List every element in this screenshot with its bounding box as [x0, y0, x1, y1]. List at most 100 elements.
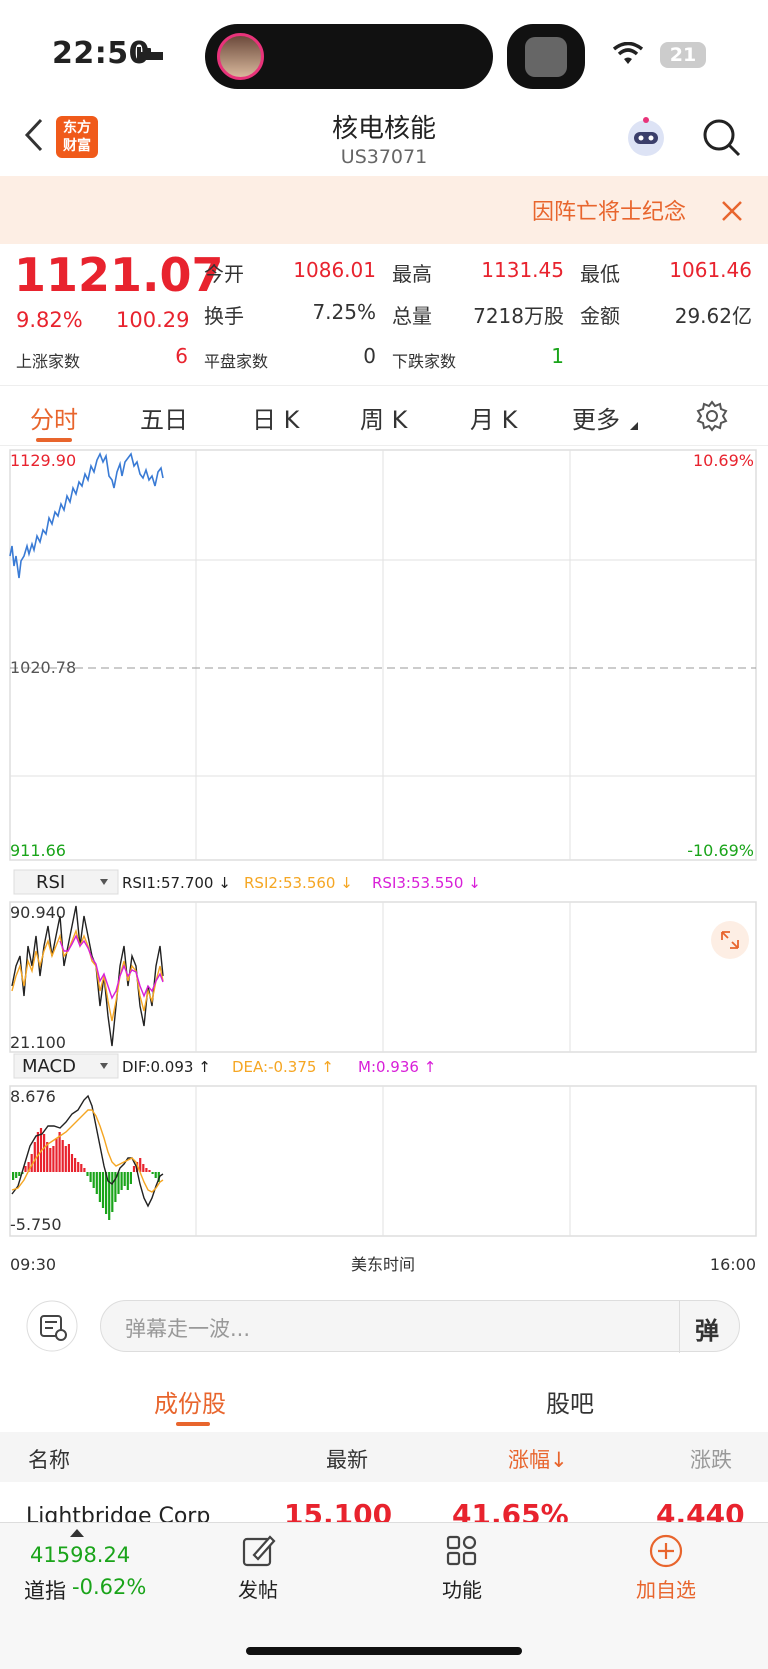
macd-bar: [129, 1172, 132, 1184]
macd-bar: [98, 1172, 101, 1202]
macd-dif-value: DIF:0.093 ↑: [122, 1058, 211, 1076]
close-icon[interactable]: [721, 200, 743, 222]
navigation-bar: 东方 财富 核电核能 US37071: [0, 104, 768, 176]
macd-bar: [111, 1172, 114, 1212]
main-y-top: 1129.90: [10, 451, 76, 470]
macd-bar: [80, 1164, 83, 1172]
macd-bar: [18, 1172, 21, 1176]
rsi-y-bottom: 21.100: [10, 1033, 66, 1052]
macd-bar: [58, 1132, 61, 1172]
stat-value: 1061.46: [669, 258, 752, 282]
robot-assistant-icon[interactable]: [624, 116, 668, 160]
expand-button[interactable]: [711, 921, 749, 959]
macd-bar: [33, 1142, 36, 1172]
rsi2-value: RSI2:53.560 ↓: [244, 874, 353, 892]
tab-forum[interactable]: 股吧: [546, 1384, 594, 1419]
stat-label: 总量: [392, 304, 432, 328]
index-value[interactable]: 41598.24: [30, 1543, 130, 1567]
row-latest: 15.100: [284, 1498, 393, 1522]
macd-bar: [86, 1172, 89, 1176]
macd-chart-grid: [9, 1085, 757, 1237]
battery-indicator: 21: [660, 42, 706, 68]
rsi3-line: [59, 934, 164, 1000]
functions-label: 功能: [442, 1578, 482, 1602]
macd-selector-label: MACD: [22, 1056, 76, 1077]
col-latest[interactable]: 最新: [326, 1444, 368, 1474]
search-icon[interactable]: [702, 118, 742, 158]
row-change: 4.440: [656, 1498, 745, 1522]
home-indicator: [246, 1647, 522, 1655]
col-name[interactable]: 名称: [28, 1444, 70, 1474]
x-end-label: 16:00: [710, 1255, 756, 1274]
macd-bar: [108, 1172, 111, 1220]
active-section-indicator: [176, 1422, 210, 1426]
rsi3-value: RSI3:53.550 ↓: [372, 874, 481, 892]
rsi-chart-grid: [9, 901, 757, 1053]
chart-area: 1129.90 1020.78 911.66 10.69% -10.69% RS…: [0, 446, 768, 1286]
current-price: 1121.07: [14, 248, 224, 302]
macd-bar: [64, 1146, 67, 1172]
stat-label: 换手: [204, 304, 244, 328]
active-tab-indicator: [36, 438, 72, 442]
grid-icon: [446, 1535, 477, 1566]
col-change-pct[interactable]: 涨幅↓: [508, 1444, 568, 1474]
danmu-input[interactable]: 弹幕走一波... 弹: [100, 1300, 740, 1353]
avatar: [217, 33, 264, 80]
list-item[interactable]: Lightbridge Corp 15.100 41.65% 4.440: [0, 1482, 768, 1522]
tab-monthly-k[interactable]: 月 K: [470, 400, 517, 435]
stat-value: 7.25%: [312, 300, 376, 324]
macd-bar: [132, 1166, 136, 1172]
stat-label: 金额: [580, 304, 620, 328]
functions-button[interactable]: 功能: [402, 1533, 522, 1603]
change-amount: 100.29: [116, 308, 190, 332]
main-y-mid: 1020.78: [10, 658, 76, 677]
breadth-flat-value: 0: [363, 344, 376, 368]
rsi-selector-label: RSI: [36, 872, 65, 893]
price-line: [9, 452, 164, 579]
macd-bar: [36, 1132, 39, 1172]
settings-gear-icon[interactable]: [696, 400, 728, 432]
rsi-y-top: 90.940: [10, 903, 66, 922]
macd-bar: [15, 1172, 18, 1178]
col-change[interactable]: 涨跌: [690, 1444, 732, 1474]
notice-banner[interactable]: 因阵亡将士纪念: [0, 176, 768, 244]
macd-bar: [24, 1166, 27, 1172]
tab-daily-k[interactable]: 日 K: [252, 400, 299, 435]
post-label: 发帖: [238, 1578, 278, 1602]
macd-y-top: 8.676: [10, 1087, 56, 1106]
add-circle-icon: [649, 1534, 683, 1568]
stat-value: 1131.45: [481, 258, 564, 282]
index-change: -0.62%: [72, 1575, 147, 1599]
macd-bar: [67, 1144, 70, 1172]
rsi1-value: RSI1:57.700 ↓: [122, 874, 231, 892]
danmu-settings-icon[interactable]: [26, 1300, 78, 1352]
post-button[interactable]: 发帖: [198, 1533, 318, 1603]
row-change-pct: 41.65%: [452, 1498, 569, 1522]
danmu-toggle[interactable]: 弹: [695, 1311, 719, 1346]
macd-bar: [154, 1172, 157, 1178]
macd-bar: [52, 1146, 55, 1172]
breadth-down-value: 1: [551, 344, 564, 368]
add-watchlist-button[interactable]: 加自选: [606, 1533, 726, 1603]
charts-svg[interactable]: 1129.90 1020.78 911.66 10.69% -10.69% RS…: [0, 446, 768, 1286]
tab-weekly-k[interactable]: 周 K: [360, 400, 407, 435]
stat-value: 29.62亿: [674, 304, 752, 328]
tab-more[interactable]: 更多: [572, 400, 620, 435]
macd-bar: [89, 1172, 92, 1182]
tab-constituents[interactable]: 成份股: [154, 1384, 226, 1419]
tab-timeshare[interactable]: 分时: [30, 400, 78, 435]
banner-text: 因阵亡将士纪念: [531, 200, 686, 225]
macd-dea-value: DEA:-0.375 ↑: [232, 1058, 334, 1076]
breadth-up-value: 6: [175, 344, 188, 368]
main-pct-bottom: -10.69%: [687, 841, 754, 860]
expand-up-icon[interactable]: [70, 1529, 84, 1537]
stat-label: 最低: [580, 262, 620, 286]
macd-bar: [55, 1138, 58, 1172]
divider: [679, 1301, 680, 1353]
x-start-label: 09:30: [10, 1255, 56, 1274]
tab-5day[interactable]: 五日: [140, 400, 188, 435]
macd-m-value: M:0.936 ↑: [358, 1058, 436, 1076]
macd-bar: [126, 1172, 129, 1190]
macd-bar: [77, 1162, 80, 1172]
breadth-label: 上涨家数: [16, 352, 81, 371]
